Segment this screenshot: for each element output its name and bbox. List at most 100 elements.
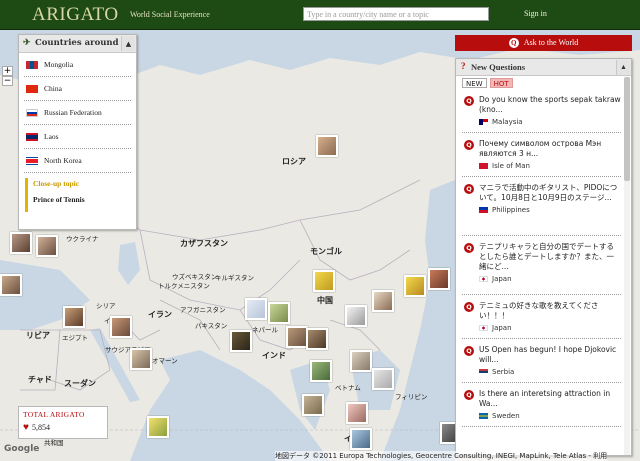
photo-marker[interactable] xyxy=(313,270,335,292)
mongolia-flag-icon xyxy=(26,60,38,69)
photo-marker[interactable] xyxy=(302,394,324,416)
closeup-topic: Close-up topic Prince of Tennis xyxy=(25,178,130,212)
japan-flag-icon xyxy=(479,276,488,282)
photo-marker[interactable] xyxy=(36,235,58,257)
photo-marker[interactable] xyxy=(350,350,372,372)
map-label-ukraine: ウクライナ xyxy=(66,235,99,243)
map-label-oman: オマーン xyxy=(152,357,178,365)
photo-marker[interactable] xyxy=(245,298,267,320)
philippines-flag-icon xyxy=(479,207,488,213)
japan-flag-icon xyxy=(479,325,488,331)
countries-panel-header: ✈ Countries around ▲ xyxy=(19,35,136,53)
photo-marker[interactable] xyxy=(316,135,338,157)
photo-marker[interactable] xyxy=(350,428,372,450)
china-flag-icon xyxy=(26,84,38,93)
heart-icon: ♥ xyxy=(23,422,29,433)
photo-marker[interactable] xyxy=(110,316,132,338)
map-label-vietnam: ベトナム xyxy=(335,384,361,392)
photo-marker[interactable] xyxy=(286,326,308,348)
photo-marker[interactable] xyxy=(345,305,367,327)
map-label-nepal: ネパール xyxy=(252,326,278,334)
photo-marker[interactable] xyxy=(372,290,394,312)
photo-marker[interactable] xyxy=(10,232,32,254)
ask-to-the-world-button[interactable]: Q Ask to the World xyxy=(455,35,632,51)
questions-panel-header: ? New Questions ▲ xyxy=(456,59,631,76)
country-item-north-korea[interactable]: North Korea xyxy=(24,149,131,173)
header: ARIGATO World Social Experience Sign in xyxy=(0,0,640,30)
zoom-in-button[interactable]: + xyxy=(2,66,13,76)
tab-new[interactable]: NEW xyxy=(462,78,487,88)
country-item-china[interactable]: China xyxy=(24,77,131,101)
question-icon: Q xyxy=(464,302,474,312)
map-label-iran: イラン xyxy=(148,310,172,319)
photo-marker[interactable] xyxy=(230,330,252,352)
question-tabs: NEW HOT xyxy=(456,76,631,89)
zoom-out-button[interactable]: − xyxy=(2,76,13,86)
country-list: Mongolia China Russian Federation Laos N… xyxy=(19,53,136,173)
question-icon: Q xyxy=(464,243,474,253)
map-label-syria: シリア xyxy=(96,302,116,310)
question-item[interactable]: Q テニプリキャラと自分の国でデートするとしたら誰とデートしますか？また、一緒に… xyxy=(462,236,621,295)
malaysia-flag-icon xyxy=(479,119,488,125)
question-item[interactable]: Q US Open has begun! I hope Djokovic wil… xyxy=(462,339,621,383)
isle-of-man-flag-icon xyxy=(479,163,488,169)
photo-marker[interactable] xyxy=(130,348,152,370)
questions-scrollbar[interactable] xyxy=(624,77,630,455)
sweden-flag-icon xyxy=(479,413,488,419)
question-item[interactable]: Q マニラで活動中のギタリスト、PIDOについて。10月8日と10月9日のステー… xyxy=(462,177,621,236)
question-item[interactable]: Q テニミュの好きな歌を教えてください！！！ Japan xyxy=(462,295,621,339)
total-arigato-label: TOTAL ARIGATO xyxy=(23,410,85,419)
zoom-control: + − xyxy=(2,66,14,86)
photo-marker[interactable] xyxy=(147,416,169,438)
map-label-egypt: エジプト xyxy=(62,334,88,342)
sign-in-link[interactable]: Sign in xyxy=(524,9,547,18)
total-arigato-box: TOTAL ARIGATO ♥ 5,854 xyxy=(18,406,108,439)
north-korea-flag-icon xyxy=(26,156,38,165)
country-item-laos[interactable]: Laos xyxy=(24,125,131,149)
photo-marker[interactable] xyxy=(306,328,328,350)
question-icon: Q xyxy=(464,184,474,194)
photo-marker[interactable] xyxy=(268,302,290,324)
map-label-afghanistan: アフガニスタン xyxy=(180,306,226,314)
photo-marker[interactable] xyxy=(0,274,22,296)
photo-marker[interactable] xyxy=(346,402,368,424)
question-item[interactable]: Q Почему символом острова Мэн являются 3… xyxy=(462,133,621,177)
questions-panel-title: New Questions xyxy=(471,62,526,72)
map-label-kazakhstan: カザフスタン xyxy=(180,239,228,248)
country-item-russia[interactable]: Russian Federation xyxy=(24,101,131,125)
closeup-topic-link[interactable]: Prince of Tennis xyxy=(33,195,130,204)
countries-around-panel: ✈ Countries around ▲ Mongolia China Russ… xyxy=(18,34,137,230)
photo-marker[interactable] xyxy=(310,360,332,382)
logo[interactable]: ARIGATO xyxy=(32,4,119,26)
map-label-china: 中国 xyxy=(317,296,333,305)
russia-flag-icon xyxy=(26,108,38,117)
map-label-philippines: フィリピン xyxy=(395,393,428,401)
tagline: World Social Experience xyxy=(130,10,210,19)
photo-marker[interactable] xyxy=(428,268,450,290)
closeup-topic-label: Close-up topic xyxy=(33,179,80,188)
question-icon: Q xyxy=(464,140,474,150)
map-label-libya: リビア xyxy=(26,331,50,340)
country-item-mongolia[interactable]: Mongolia xyxy=(24,53,131,77)
map-label-mongolia: モンゴル xyxy=(310,247,342,256)
photo-marker[interactable] xyxy=(372,368,394,390)
map-copyright[interactable]: 地図データ ©2011 Europa Technologies, Geocent… xyxy=(275,451,608,461)
map-label-turkmenistan: トルクメニスタン xyxy=(158,282,210,290)
question-item[interactable]: Q Is there an interetsing attraction in … xyxy=(462,383,621,427)
question-icon: Q xyxy=(464,96,474,106)
question-item[interactable]: Q Do you know the sports sepak takraw (k… xyxy=(462,89,621,133)
question-icon: Q xyxy=(464,346,474,356)
search-input[interactable] xyxy=(303,7,489,21)
collapse-countries-button[interactable]: ▲ xyxy=(121,36,135,51)
map-label-chad: チャド xyxy=(28,375,52,384)
plane-icon: ✈ xyxy=(23,38,31,48)
question-list: Q Do you know the sports sepak takraw (k… xyxy=(456,89,631,427)
tab-hot[interactable]: HOT xyxy=(489,78,513,88)
laos-flag-icon xyxy=(26,132,38,141)
collapse-questions-button[interactable]: ▲ xyxy=(616,60,630,75)
photo-marker[interactable] xyxy=(404,275,426,297)
question-icon: Q xyxy=(508,38,519,48)
photo-marker[interactable] xyxy=(63,306,85,328)
scrollbar-thumb[interactable] xyxy=(624,77,630,181)
map-label-kyrgyzstan: キルギスタン xyxy=(215,274,254,282)
